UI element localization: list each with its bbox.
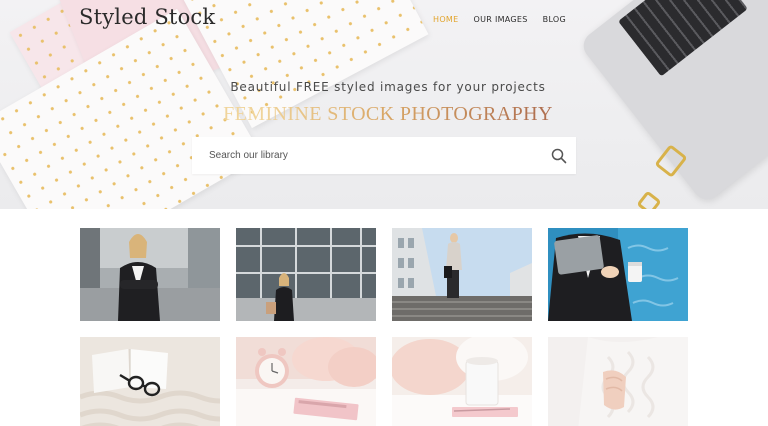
- hero-tagline: Beautiful FREE styled images for your pr…: [230, 80, 546, 94]
- main-nav: HOME OUR IMAGES BLOG: [433, 15, 566, 24]
- nav-item-home[interactable]: HOME: [433, 15, 458, 24]
- nav-item-our-images[interactable]: OUR IMAGES: [473, 15, 527, 24]
- hero-banner: Styled Stock HOME OUR IMAGES BLOG Beauti…: [0, 0, 768, 209]
- gallery-image-woman-on-stairs[interactable]: [392, 228, 532, 321]
- site-logo[interactable]: Styled Stock: [79, 5, 215, 31]
- search-input[interactable]: [192, 137, 542, 174]
- nav-item-blog[interactable]: BLOG: [543, 15, 566, 24]
- gallery-image-white-sweater[interactable]: [548, 337, 688, 426]
- search-icon[interactable]: [542, 137, 576, 174]
- decor-binder-clip: [636, 190, 662, 209]
- gallery-image-mug-with-pillows[interactable]: [392, 337, 532, 426]
- gallery-image-pink-alarm-clock[interactable]: [236, 337, 376, 426]
- gallery-image-businesswoman-glass-building[interactable]: [236, 228, 376, 321]
- gallery-image-woman-with-tablet-and-coffee[interactable]: [548, 228, 688, 321]
- gallery-image-open-book-with-glasses[interactable]: [80, 337, 220, 426]
- search-bar: [192, 137, 576, 174]
- hero-headline: FEMININE STOCK PHOTOGRAPHY: [0, 103, 768, 126]
- image-gallery: [80, 228, 688, 426]
- gallery-image-businesswoman-crossed-arms[interactable]: [80, 228, 220, 321]
